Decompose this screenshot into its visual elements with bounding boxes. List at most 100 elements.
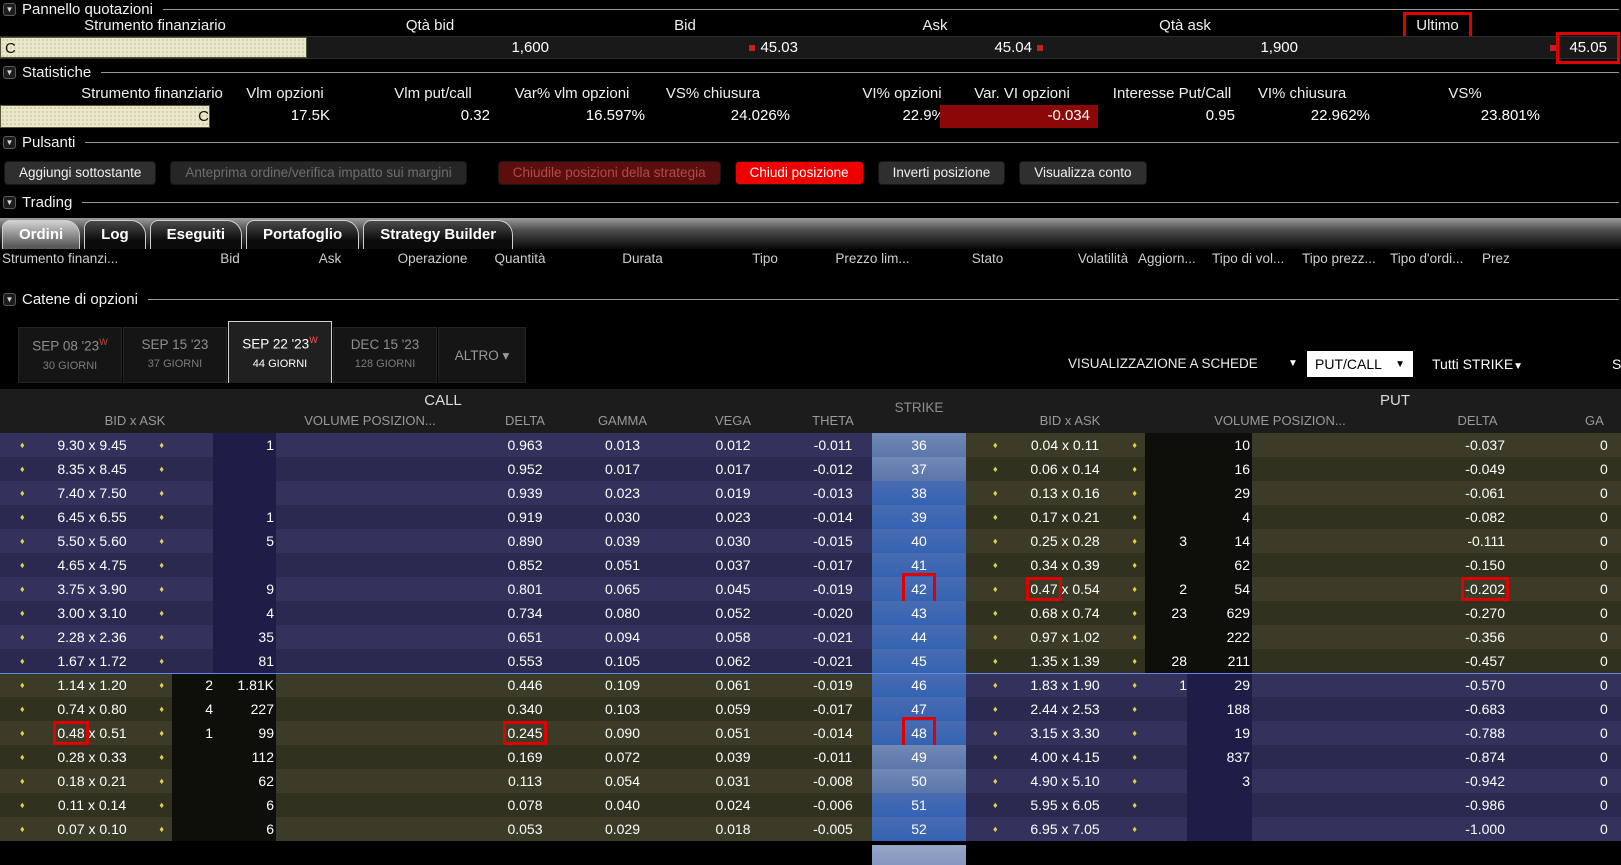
put-col-header-0[interactable]: BID x ASK — [990, 413, 1150, 428]
put-delta-cell[interactable]: -0.356 — [1395, 625, 1505, 649]
chain-row-strike-49[interactable]: ♦0.28 x 0.33♦1120.1690.0720.039-0.01149♦… — [0, 745, 1621, 769]
call-gamma-cell[interactable]: 0.023 — [570, 481, 675, 505]
call-theta-cell[interactable]: -0.021 — [783, 649, 883, 673]
strike-cell[interactable]: 50 — [872, 769, 966, 793]
put-volume-cell[interactable] — [1145, 793, 1187, 817]
put-position-cell[interactable]: 54 — [1187, 577, 1252, 601]
call-volume-cell[interactable] — [172, 505, 213, 529]
chain-row-strike-45[interactable]: ♦1.67 x 1.72♦810.5530.1050.062-0.02145♦1… — [0, 649, 1621, 673]
chain-row-strike-46[interactable]: ♦1.14 x 1.20♦21.81K0.4460.1090.061-0.019… — [0, 673, 1621, 697]
collapse-triangle-icon[interactable]: ▼ — [3, 196, 16, 209]
call-position-cell[interactable] — [213, 457, 276, 481]
call-delta-cell[interactable]: 0.245 — [470, 721, 580, 745]
put-gamma-cell-cut[interactable]: 0 — [1600, 625, 1621, 649]
call-col-header-4[interactable]: VEGA — [683, 413, 783, 428]
call-vega-cell[interactable]: 0.019 — [683, 481, 783, 505]
put-bid-ask-cell[interactable]: ♦5.95 x 6.05♦ — [985, 793, 1145, 817]
call-theta-cell[interactable]: -0.013 — [783, 481, 883, 505]
call-delta-cell[interactable]: 0.734 — [470, 601, 580, 625]
trading-col-1[interactable]: Bid — [200, 251, 260, 266]
call-volume-cell[interactable] — [172, 769, 213, 793]
call-bid-ask-cell[interactable]: ♦2.28 x 2.36♦ — [12, 625, 172, 649]
put-volume-cell[interactable] — [1145, 505, 1187, 529]
put-bid-ask-cell[interactable]: ♦0.34 x 0.39♦ — [985, 553, 1145, 577]
call-delta-cell[interactable]: 0.078 — [470, 793, 580, 817]
put-gamma-cell-cut[interactable]: 0 — [1600, 505, 1621, 529]
put-volume-cell[interactable]: 3 — [1145, 529, 1187, 553]
call-volume-cell[interactable]: 2 — [172, 673, 213, 697]
collapse-triangle-icon[interactable]: ▼ — [3, 66, 16, 79]
call-vega-cell[interactable]: 0.045 — [683, 577, 783, 601]
call-position-cell[interactable]: 6 — [213, 817, 276, 841]
put-delta-cell[interactable]: -0.942 — [1395, 769, 1505, 793]
put-delta-cell[interactable]: -0.570 — [1395, 673, 1505, 697]
put-bid-ask-cell[interactable]: ♦4.90 x 5.10♦ — [985, 769, 1145, 793]
put-position-cell[interactable]: 29 — [1187, 673, 1252, 697]
strike-cell[interactable]: 44 — [872, 625, 966, 649]
put-volume-cell[interactable] — [1145, 745, 1187, 769]
call-gamma-cell[interactable]: 0.105 — [570, 649, 675, 673]
collapse-triangle-icon[interactable]: ▼ — [3, 293, 16, 306]
call-vega-cell[interactable]: 0.062 — [683, 649, 783, 673]
put-bid-ask-cell[interactable]: ♦0.17 x 0.21♦ — [985, 505, 1145, 529]
put-gamma-cell-cut[interactable]: 0 — [1600, 649, 1621, 673]
put-volume-cell[interactable] — [1145, 769, 1187, 793]
call-gamma-cell[interactable]: 0.051 — [570, 553, 675, 577]
call-gamma-cell[interactable]: 0.090 — [570, 721, 675, 745]
call-vega-cell[interactable]: 0.023 — [683, 505, 783, 529]
button-5[interactable]: Inverti posizione — [878, 161, 1006, 185]
put-bid-ask-cell[interactable]: ♦1.35 x 1.39♦ — [985, 649, 1145, 673]
put-volume-cell[interactable]: 28 — [1145, 649, 1187, 673]
put-position-cell[interactable]: 188 — [1187, 697, 1252, 721]
put-position-cell[interactable]: 19 — [1187, 721, 1252, 745]
put-delta-cell[interactable]: -0.683 — [1395, 697, 1505, 721]
call-gamma-cell[interactable]: 0.072 — [570, 745, 675, 769]
call-bid-ask-cell[interactable]: ♦3.75 x 3.90♦ — [12, 577, 172, 601]
put-bid-ask-cell[interactable]: ♦0.04 x 0.11♦ — [985, 433, 1145, 457]
call-theta-cell[interactable]: -0.008 — [783, 769, 883, 793]
call-bid-ask-cell[interactable]: ♦0.74 x 0.80♦ — [12, 697, 172, 721]
call-theta-cell[interactable]: -0.005 — [783, 817, 883, 841]
trading-col-9[interactable]: Volatilità — [1062, 251, 1144, 266]
call-delta-cell[interactable]: 0.053 — [470, 817, 580, 841]
call-volume-cell[interactable] — [172, 457, 213, 481]
instrument-input[interactable]: C — [0, 37, 307, 58]
strikes-dropdown[interactable]: Tutti STRIKE▼ — [1432, 351, 1523, 377]
put-delta-cell[interactable]: -0.986 — [1395, 793, 1505, 817]
call-gamma-cell[interactable]: 0.040 — [570, 793, 675, 817]
trading-col-14[interactable]: Prez — [1482, 251, 1510, 266]
put-position-cell[interactable]: 10 — [1187, 433, 1252, 457]
call-volume-cell[interactable] — [172, 817, 213, 841]
put-gamma-cell-cut[interactable]: 0 — [1600, 553, 1621, 577]
put-position-cell[interactable] — [1187, 817, 1252, 841]
statistics-values-row[interactable]: C 17.5K0.3216.597%24.026%22.9%-0.0340.95… — [0, 105, 1621, 128]
put-gamma-cell-cut[interactable]: 0 — [1600, 769, 1621, 793]
put-gamma-cell-cut[interactable]: 0 — [1600, 433, 1621, 457]
call-vega-cell[interactable]: 0.039 — [683, 745, 783, 769]
call-col-header-2[interactable]: DELTA — [470, 413, 580, 428]
put-delta-cell[interactable]: -0.037 — [1395, 433, 1505, 457]
call-bid-ask-cell[interactable]: ♦9.30 x 9.45♦ — [12, 433, 172, 457]
call-volume-cell[interactable] — [172, 793, 213, 817]
strike-cell[interactable]: 41 — [872, 553, 966, 577]
put-position-cell[interactable]: 837 — [1187, 745, 1252, 769]
put-volume-cell[interactable]: 23 — [1145, 601, 1187, 625]
call-col-header-0[interactable]: BID x ASK — [40, 413, 230, 428]
trading-tab-portafoglio[interactable]: Portafoglio — [246, 220, 359, 249]
put-bid-ask-cell[interactable]: ♦0.47 x 0.54♦ — [985, 577, 1145, 601]
put-volume-cell[interactable] — [1145, 625, 1187, 649]
call-volume-cell[interactable]: 4 — [172, 697, 213, 721]
put-delta-cell[interactable]: -0.788 — [1395, 721, 1505, 745]
call-gamma-cell[interactable]: 0.030 — [570, 505, 675, 529]
trading-tab-strategy-builder[interactable]: Strategy Builder — [363, 220, 513, 249]
call-col-header-5[interactable]: THETA — [783, 413, 883, 428]
call-bid-ask-cell[interactable]: ♦0.18 x 0.21♦ — [12, 769, 172, 793]
call-delta-cell[interactable]: 0.340 — [470, 697, 580, 721]
view-mode-dropdown[interactable]: VISUALIZZAZIONE A SCHEDE — [1068, 351, 1258, 377]
call-gamma-cell[interactable]: 0.094 — [570, 625, 675, 649]
put-position-cell[interactable]: 29 — [1187, 481, 1252, 505]
call-theta-cell[interactable]: -0.011 — [783, 745, 883, 769]
trading-col-7[interactable]: Prezzo lim... — [820, 251, 925, 266]
call-volume-cell[interactable] — [172, 577, 213, 601]
call-position-cell[interactable]: 4 — [213, 601, 276, 625]
